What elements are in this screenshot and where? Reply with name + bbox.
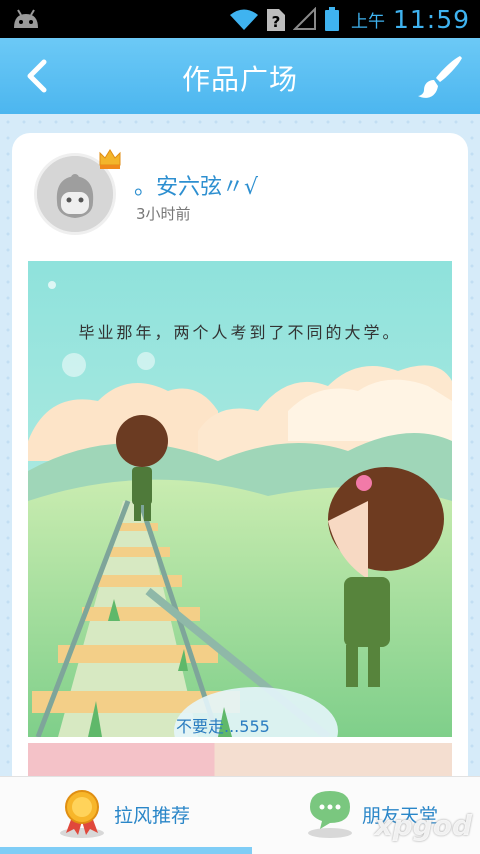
post-card[interactable]: 。安六弦〃√ 3小时前 毕业那年，两个人考到了不同的大学。: [12, 133, 468, 793]
bottom-nav: 拉风推荐 朋友天堂 xpgod: [0, 776, 480, 854]
chat-bubble-icon: [308, 791, 352, 838]
medal-icon: [60, 790, 104, 838]
clock-ampm: 上午: [350, 11, 385, 32]
battery-icon: [324, 7, 339, 31]
watermark-logo: xpgod: [374, 809, 472, 842]
tab-recommend[interactable]: 拉风推荐: [0, 777, 240, 847]
wifi-icon: [229, 9, 258, 30]
status-bar: ? 上午 11:59: [0, 0, 480, 38]
app-header: 作品广场: [0, 38, 480, 114]
paintbrush-icon[interactable]: [416, 52, 464, 100]
page-title: 作品广场: [181, 63, 298, 96]
username[interactable]: 。安六弦〃√: [134, 169, 258, 201]
clock-time: 11:59: [392, 4, 470, 34]
android-icon: [14, 9, 38, 28]
artwork-caption: 毕业那年，两个人考到了不同的大学。: [78, 323, 402, 342]
crown-icon: [99, 149, 121, 169]
svg-text:?: ?: [272, 13, 281, 31]
tab-recommend-label: 拉风推荐: [114, 805, 191, 827]
no-sim-icon: ?: [266, 9, 285, 31]
signal-icon: [292, 7, 316, 30]
active-tab-indicator: [0, 847, 252, 854]
post-time: 3小时前: [136, 205, 191, 223]
speech-bubble-text: 不要走...555: [176, 717, 270, 736]
artwork-image[interactable]: 毕业那年，两个人考到了不同的大学。: [28, 261, 452, 737]
